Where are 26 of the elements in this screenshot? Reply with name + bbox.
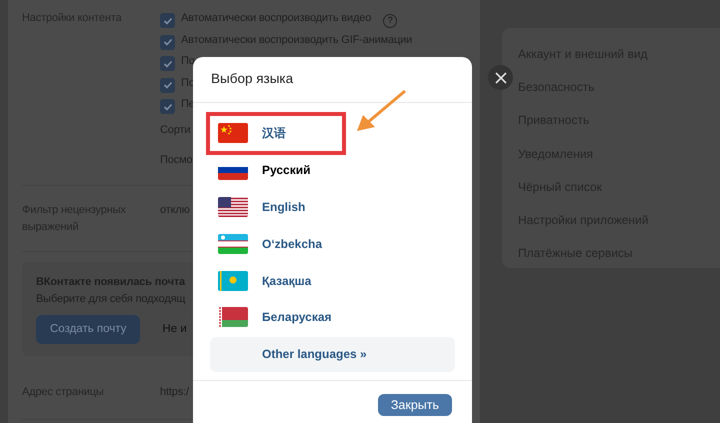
checkbox[interactable] [160, 13, 175, 28]
language-option[interactable]: O‘zbekcha [210, 225, 455, 262]
check-icon [162, 58, 172, 69]
checkbox[interactable] [160, 78, 175, 93]
check-icon [162, 102, 172, 112]
flag-icon [218, 196, 248, 217]
checkbox[interactable] [160, 56, 175, 72]
flag-icon [218, 123, 248, 144]
create-mail-button[interactable]: Создать почту [36, 315, 140, 344]
check-icon [162, 80, 172, 90]
close-button[interactable]: Закрыть [378, 394, 452, 416]
arrow-icon [355, 89, 407, 133]
check-icon [162, 37, 172, 48]
language-option[interactable]: 汉语 [206, 112, 346, 155]
flag-icon [218, 234, 248, 254]
language-option[interactable]: Беларуская [210, 298, 455, 336]
dialog-title: Выбор языка [211, 70, 294, 88]
checkbox[interactable] [160, 34, 175, 50]
close-icon[interactable] [488, 65, 513, 90]
flag-icon [218, 307, 248, 328]
language-option[interactable]: Қазақша [210, 262, 455, 299]
checkbox[interactable] [160, 99, 175, 114]
help-icon[interactable]: ? [383, 14, 398, 28]
flag-icon [218, 270, 248, 291]
language-option[interactable]: English [210, 188, 455, 226]
check-icon [162, 16, 172, 26]
